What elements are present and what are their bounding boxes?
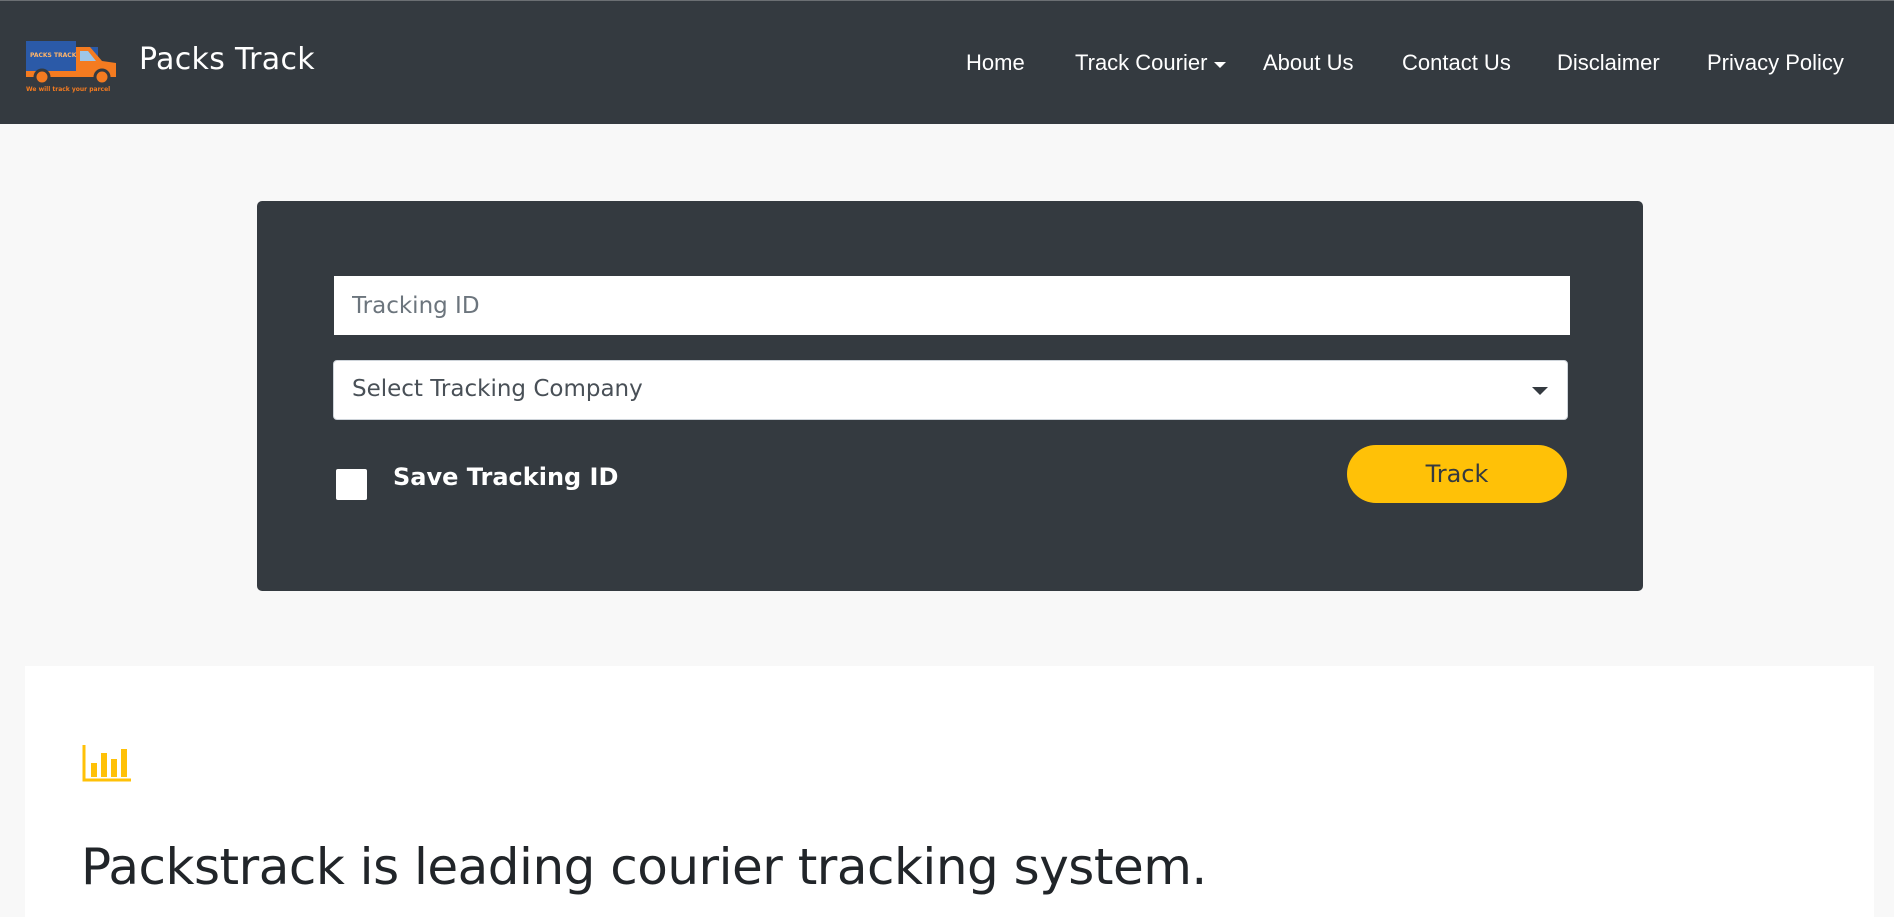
track-button[interactable]: Track: [1347, 445, 1567, 503]
bar-chart-icon: [82, 743, 132, 783]
top-navbar: PACKS TRACK We will track your parcel Pa…: [0, 0, 1894, 124]
tracking-id-input[interactable]: [334, 276, 1570, 335]
save-tracking-id-checkbox[interactable]: [336, 469, 367, 500]
tracking-company-select[interactable]: Select Tracking Company: [333, 360, 1568, 420]
tracking-company-select-value: Select Tracking Company: [352, 376, 643, 402]
nav-disclaimer[interactable]: Disclaimer: [1557, 50, 1660, 76]
brand-name[interactable]: Packs Track: [139, 42, 315, 77]
nav-track-courier[interactable]: Track Courier: [1075, 50, 1207, 76]
nav-privacy-policy[interactable]: Privacy Policy: [1707, 50, 1844, 76]
chevron-down-icon: [1532, 387, 1548, 395]
truck-logo-icon[interactable]: PACKS TRACK We will track your parcel: [24, 37, 118, 93]
nav-about-us[interactable]: About Us: [1263, 50, 1354, 76]
save-tracking-id-label[interactable]: Save Tracking ID: [393, 463, 618, 491]
nav-home[interactable]: Home: [966, 50, 1025, 76]
logo-badge-text: PACKS TRACK: [30, 52, 77, 59]
nav-contact-us[interactable]: Contact Us: [1402, 50, 1511, 76]
track-courier-dropdown-caret-icon[interactable]: [1214, 62, 1226, 68]
logo-tagline: We will track your parcel: [26, 86, 110, 93]
headline: Packstrack is leading courier tracking s…: [81, 838, 1207, 896]
